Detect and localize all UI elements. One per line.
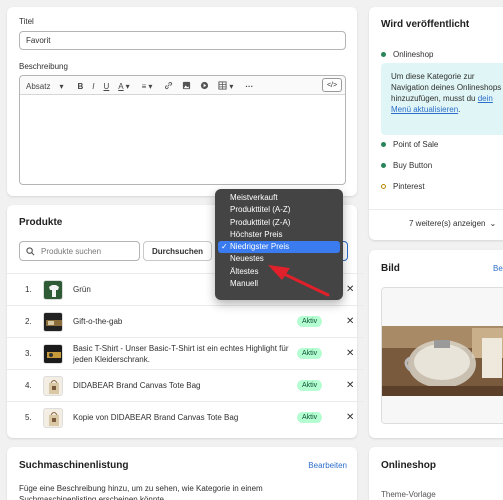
product-thumbnail xyxy=(43,311,63,332)
product-title[interactable]: DIDABEAR Brand Canvas Tote Bag xyxy=(73,380,200,391)
product-title[interactable]: Gift-o-the-gab xyxy=(73,316,122,327)
search-icon xyxy=(26,246,35,256)
image-edit-link[interactable]: Be xyxy=(493,264,503,273)
status-badge: Aktiv xyxy=(297,380,323,391)
sort-option-price-high[interactable]: Höchster Preis xyxy=(218,229,340,241)
description-label: Beschreibung xyxy=(19,62,68,71)
paragraph-select[interactable]: Absatz xyxy=(26,82,50,91)
text-color-button[interactable]: A xyxy=(118,82,123,91)
table-icon[interactable] xyxy=(218,81,227,92)
theme-template-label: Theme-Vorlage xyxy=(381,490,436,499)
sort-option-title-desc[interactable]: Produkttitel (Z-A) xyxy=(218,217,340,229)
image-icon[interactable] xyxy=(182,81,191,92)
sort-option-bestselling[interactable]: Meistverkauft xyxy=(218,192,340,204)
video-icon[interactable] xyxy=(200,81,209,92)
onlineshop-heading: Onlineshop xyxy=(381,460,436,471)
remove-product-icon[interactable]: ✕ xyxy=(346,380,354,391)
paragraph-chevron-icon[interactable]: ▾ xyxy=(59,82,63,91)
divider xyxy=(369,209,503,210)
more-button[interactable]: ··· xyxy=(245,82,253,91)
status-dot xyxy=(381,142,386,147)
navigation-info-box: Um diese Kategorie zur Navigation deines… xyxy=(381,63,503,135)
table-row[interactable]: 5. Kopie von DIDABEAR Brand Canvas Tote … xyxy=(7,401,364,433)
table-row[interactable]: 3. Basic T-Shirt - Unser Basic-T-Shirt i… xyxy=(7,337,364,369)
product-thumbnail xyxy=(43,375,63,396)
seo-card: Suchmaschinenlistung Bearbeiten Füge ein… xyxy=(7,447,357,500)
chevron-down-icon: ⌄ xyxy=(489,219,497,228)
product-title[interactable]: Grün xyxy=(73,284,91,295)
title-value: Favorit xyxy=(26,36,51,45)
channel-buy-button: Buy Button xyxy=(381,161,432,170)
table-chevron-icon[interactable]: ▾ xyxy=(229,82,233,91)
status-badge: Aktiv xyxy=(297,412,323,423)
status-badge: Aktiv xyxy=(297,348,323,359)
italic-button[interactable]: I xyxy=(92,82,94,91)
image-heading: Bild xyxy=(381,263,400,274)
link-icon[interactable] xyxy=(164,81,173,92)
image-card: Bild Be xyxy=(369,250,503,438)
channel-onlineshop: Onlineshop xyxy=(381,50,433,59)
description-editor[interactable]: Absatz ▾ B I U A ▾ ≡ ▾ ▾ ··· </> xyxy=(19,75,346,185)
remove-product-icon[interactable]: ✕ xyxy=(346,284,354,295)
underline-button[interactable]: U xyxy=(104,82,110,91)
remove-product-icon[interactable]: ✕ xyxy=(346,348,354,359)
editor-toolbar: Absatz ▾ B I U A ▾ ≡ ▾ ▾ ··· </> xyxy=(20,76,345,95)
table-row[interactable]: 2. Gift-o-the-gab Aktiv ✕ xyxy=(7,305,364,337)
browse-button[interactable]: Durchsuchen xyxy=(143,241,212,261)
bold-button[interactable]: B xyxy=(77,82,83,91)
status-dot xyxy=(381,52,386,57)
products-heading: Produkte xyxy=(19,217,63,228)
sort-option-title-asc[interactable]: Produkttitel (A-Z) xyxy=(218,204,340,216)
product-thumbnail xyxy=(43,407,63,428)
annotation-arrow-icon xyxy=(268,265,330,297)
title-label: Titel xyxy=(19,17,34,26)
publishing-card: Wird veröffentlicht Onlineshop Um diese … xyxy=(369,7,503,240)
search-placeholder: Produkte suchen xyxy=(41,246,102,256)
channel-point-of-sale: Point of Sale xyxy=(381,140,438,149)
code-view-button[interactable]: </> xyxy=(322,78,342,92)
sort-option-price-low[interactable]: ✓ Niedrigster Preis xyxy=(218,241,340,254)
product-thumbnail xyxy=(43,279,63,300)
remove-product-icon[interactable]: ✕ xyxy=(346,412,354,423)
title-input[interactable]: Favorit xyxy=(19,31,346,50)
product-thumbnail xyxy=(43,343,63,364)
status-dot xyxy=(381,163,386,168)
onlineshop-card: Onlineshop Theme-Vorlage xyxy=(369,447,503,500)
checkmark-icon: ✓ xyxy=(221,242,228,252)
table-row[interactable]: 4. DIDABEAR Brand Canvas Tote Bag Aktiv … xyxy=(7,369,364,401)
text-color-chevron-icon[interactable]: ▾ xyxy=(126,82,130,91)
remove-product-icon[interactable]: ✕ xyxy=(346,316,354,327)
status-badge: Aktiv xyxy=(297,316,323,327)
channel-pinterest: Pinterest xyxy=(381,182,425,191)
product-title[interactable]: Kopie von DIDABEAR Brand Canvas Tote Bag xyxy=(73,412,238,423)
align-chevron-icon[interactable]: ▾ xyxy=(148,82,152,91)
collection-image xyxy=(381,287,503,424)
details-card: Titel Favorit Beschreibung Absatz ▾ B I … xyxy=(7,7,357,196)
align-button[interactable]: ≡ xyxy=(142,82,147,91)
show-more-button[interactable]: 7 weitere(s) anzeigen ⌄ xyxy=(409,219,496,228)
seo-edit-link[interactable]: Bearbeiten xyxy=(308,461,347,470)
status-dot-hollow xyxy=(381,184,386,189)
seo-description: Füge eine Beschreibung hinzu, um zu sehe… xyxy=(19,484,263,500)
product-search-input[interactable]: Produkte suchen xyxy=(19,241,140,261)
seo-heading: Suchmaschinenlistung xyxy=(19,460,129,471)
publishing-heading: Wird veröffentlicht xyxy=(381,19,470,30)
product-title[interactable]: Basic T-Shirt - Unser Basic-T-Shirt ist … xyxy=(73,343,293,365)
